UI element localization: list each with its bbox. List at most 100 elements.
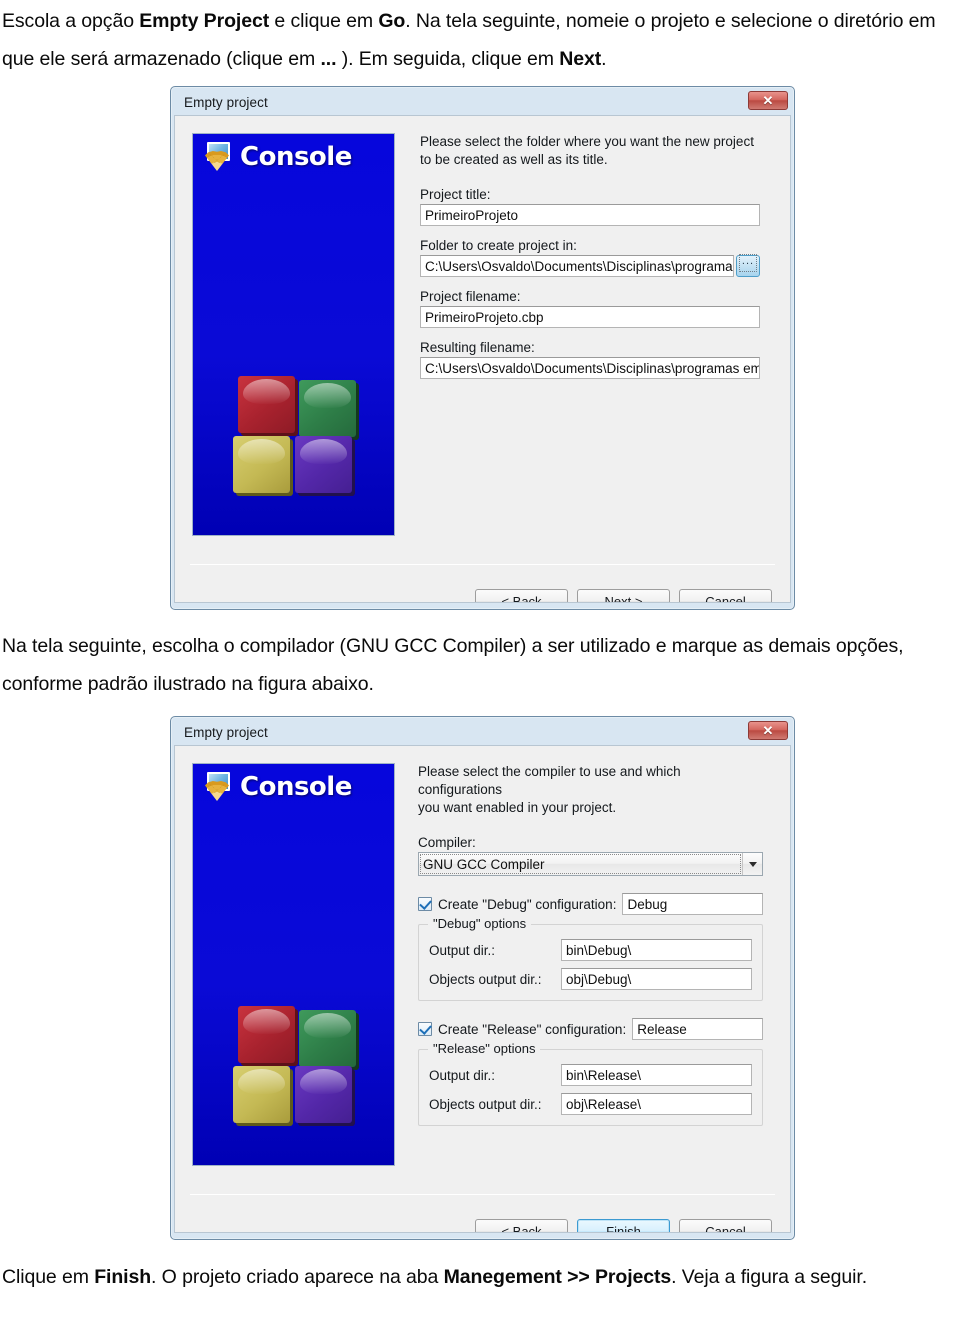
create-release-configuration-checkbox[interactable] bbox=[418, 1022, 432, 1036]
release-config-section: Create "Release" configuration: Release … bbox=[418, 1018, 763, 1126]
back-button[interactable]: < Back bbox=[475, 589, 568, 603]
back-button-label: < Back bbox=[501, 594, 542, 603]
create-debug-configuration-checkbox[interactable] bbox=[418, 897, 432, 911]
paragraph-intro: Escola a opção Empty Project e clique em… bbox=[2, 10, 936, 70]
dialog1-title: Empty project bbox=[184, 95, 268, 110]
compiler-select[interactable]: GNU GCC Compiler bbox=[418, 852, 763, 876]
cube-green bbox=[299, 380, 356, 437]
browse-folder-button[interactable]: ... bbox=[736, 254, 760, 277]
paragraph-compiler: Na tela seguinte, escolha o compilador (… bbox=[2, 635, 904, 695]
console-image-icon bbox=[205, 772, 235, 802]
release-objects-output-dir-label: Objects output dir.: bbox=[429, 1096, 542, 1112]
cube-green bbox=[299, 1010, 356, 1067]
field-project-folder: Folder to create project in: C:\Users\Os… bbox=[420, 238, 760, 277]
compiler-label: Compiler: bbox=[418, 835, 476, 850]
dialog2-footer-separator bbox=[190, 1194, 775, 1195]
debug-objects-output-dir-label: Objects output dir.: bbox=[429, 971, 542, 987]
debug-config-row: Create "Debug" configuration: Debug bbox=[418, 893, 763, 915]
release-configuration-name-input[interactable]: Release bbox=[632, 1018, 763, 1040]
cube-yellow bbox=[233, 436, 290, 493]
ellipsis-icon: ... bbox=[738, 254, 758, 272]
debug-objects-output-dir-input[interactable]: obj\Debug\ bbox=[561, 968, 752, 990]
dialog1-form: Please select the folder where you want … bbox=[420, 133, 760, 391]
release-options-group-title: "Release" options bbox=[428, 1041, 541, 1056]
console-banner-word: Console bbox=[240, 142, 352, 172]
project-filename-input[interactable]: PrimeiroProjeto.cbp bbox=[420, 306, 760, 328]
debug-output-dir-label: Output dir.: bbox=[429, 942, 496, 958]
back-button[interactable]: < Back bbox=[475, 1219, 568, 1233]
cube-red bbox=[238, 376, 295, 433]
project-title-label: Project title: bbox=[420, 187, 491, 202]
dialog2-body: Console Please select the compiler to us… bbox=[174, 745, 791, 1233]
finish-button-label: Finish bbox=[606, 1224, 641, 1233]
release-options-group: "Release" options Output dir.: bin\Relea… bbox=[418, 1041, 763, 1126]
debug-objects-dir-row: Objects output dir.: obj\Debug\ bbox=[429, 968, 752, 990]
cube-purple bbox=[295, 1066, 352, 1123]
cancel-button-label: Cancel bbox=[705, 594, 746, 603]
finish-button[interactable]: Finish bbox=[577, 1219, 670, 1233]
project-folder-label: Folder to create project in: bbox=[420, 238, 577, 253]
console-banner-1: Console bbox=[192, 133, 395, 536]
compiler-selected-value: GNU GCC Compiler bbox=[419, 853, 742, 875]
debug-output-dir-input[interactable]: bin\Debug\ bbox=[561, 939, 752, 961]
cube-yellow bbox=[233, 1066, 290, 1123]
debug-options-group-title: "Debug" options bbox=[428, 916, 532, 931]
dialog1-footer-separator bbox=[190, 564, 775, 565]
next-button-label: Next > bbox=[604, 594, 643, 603]
cancel-button[interactable]: Cancel bbox=[679, 1219, 772, 1233]
debug-options-group: "Debug" options Output dir.: bin\Debug\ … bbox=[418, 916, 763, 1001]
field-project-filename: Project filename: PrimeiroProjeto.cbp bbox=[420, 289, 760, 328]
project-title-input[interactable]: PrimeiroProjeto bbox=[420, 204, 760, 226]
dialog2-instructions: Please select the compiler to use and wh… bbox=[418, 763, 763, 817]
chevron-down-icon[interactable] bbox=[742, 853, 762, 875]
empty-project-wizard-step1: Empty project ✕ Console Please select th… bbox=[170, 86, 795, 610]
project-folder-input[interactable]: C:\Users\Osvaldo\Documents\Disciplinas\p… bbox=[420, 255, 734, 277]
release-output-dir-input[interactable]: bin\Release\ bbox=[561, 1064, 752, 1086]
project-folder-row: C:\Users\Osvaldo\Documents\Disciplinas\p… bbox=[420, 254, 760, 277]
project-filename-label: Project filename: bbox=[420, 289, 521, 304]
cubes-graphic bbox=[233, 370, 357, 496]
resulting-filename-label: Resulting filename: bbox=[420, 340, 535, 355]
instruction-line-2: you want enabled in your project. bbox=[418, 800, 617, 815]
dialog2-button-row: < Back Finish Cancel bbox=[475, 1219, 772, 1233]
console-banner-word: Console bbox=[240, 772, 352, 802]
release-config-row: Create "Release" configuration: Release bbox=[418, 1018, 763, 1040]
dialog2-form: Please select the compiler to use and wh… bbox=[418, 763, 763, 1126]
cancel-button[interactable]: Cancel bbox=[679, 589, 772, 603]
create-release-configuration-label: Create "Release" configuration: bbox=[438, 1021, 627, 1037]
debug-config-section: Create "Debug" configuration: Debug "Deb… bbox=[418, 893, 763, 1001]
console-image-icon bbox=[205, 142, 235, 172]
console-banner-header: Console bbox=[193, 134, 394, 172]
console-banner-header: Console bbox=[193, 764, 394, 802]
release-output-dir-label: Output dir.: bbox=[429, 1067, 496, 1083]
document-page: Escola a opção Empty Project e clique em… bbox=[0, 0, 960, 1325]
close-icon[interactable]: ✕ bbox=[748, 91, 788, 110]
close-icon-glyph: ✕ bbox=[762, 93, 774, 108]
back-button-label: < Back bbox=[501, 1224, 542, 1233]
release-objects-output-dir-input[interactable]: obj\Release\ bbox=[561, 1093, 752, 1115]
instruction-line-1: Please select the compiler to use and wh… bbox=[418, 764, 681, 797]
dialog1-instructions: Please select the folder where you want … bbox=[420, 133, 760, 169]
resulting-filename-input: C:\Users\Osvaldo\Documents\Disciplinas\p… bbox=[420, 357, 760, 379]
release-output-dir-row: Output dir.: bin\Release\ bbox=[429, 1064, 752, 1086]
field-resulting-filename: Resulting filename: C:\Users\Osvaldo\Doc… bbox=[420, 340, 760, 379]
field-project-title: Project title: PrimeiroProjeto bbox=[420, 187, 760, 226]
dialog1-titlebar: Empty project ✕ bbox=[174, 90, 791, 115]
instruction-line-1: Please select the folder where you want … bbox=[420, 134, 754, 149]
dialog1-body: Console Please select the folder where y… bbox=[174, 115, 791, 603]
cube-red bbox=[238, 1006, 295, 1063]
cubes-graphic bbox=[233, 1000, 357, 1126]
field-compiler: Compiler: GNU GCC Compiler bbox=[418, 835, 763, 876]
dialog1-button-row: < Back Next > Cancel bbox=[475, 589, 772, 603]
dialog2-title: Empty project bbox=[184, 725, 268, 740]
dialog2-titlebar: Empty project ✕ bbox=[174, 720, 791, 745]
close-icon-glyph: ✕ bbox=[762, 723, 774, 738]
release-objects-dir-row: Objects output dir.: obj\Release\ bbox=[429, 1093, 752, 1115]
debug-configuration-name-input[interactable]: Debug bbox=[622, 893, 763, 915]
next-button[interactable]: Next > bbox=[577, 589, 670, 603]
cancel-button-label: Cancel bbox=[705, 1224, 746, 1233]
close-icon[interactable]: ✕ bbox=[748, 721, 788, 740]
instruction-line-2: to be created as well as its title. bbox=[420, 152, 608, 167]
paragraph-finish: Clique em Finish. O projeto criado apare… bbox=[2, 1266, 868, 1288]
cube-purple bbox=[295, 436, 352, 493]
